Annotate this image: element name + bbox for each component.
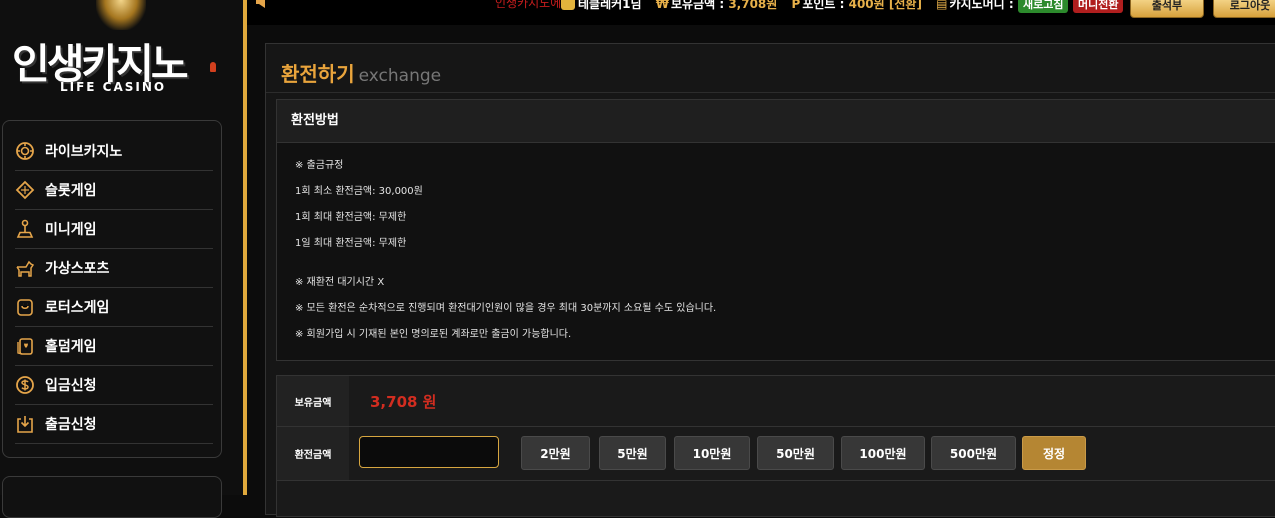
sidebar-item-deposit[interactable]: 입금신청 <box>15 365 213 405</box>
sidebar-item-label: 가상스포츠 <box>45 260 110 277</box>
rule-line: ※ 출금규정 <box>295 160 344 171</box>
sidebar-item-label: 슬롯게임 <box>45 182 97 199</box>
won-icon: ₩ <box>655 0 669 11</box>
sidebar-item-mini-game[interactable]: 미니게임 <box>15 209 213 249</box>
rule-line: 1회 최대 환전금액: 무제한 <box>295 212 407 223</box>
top-bar: 인생카지노에 테클레커1님 ₩ 보유금액 : 3,708원 P 포인트 : 400원… <box>247 0 1275 25</box>
withdraw-icon <box>17 415 33 433</box>
row-divider <box>277 480 1275 481</box>
point-icon: P <box>791 0 801 11</box>
dollar-icon <box>16 375 34 394</box>
sidebar-item-virtual-sports[interactable]: 가상스포츠 <box>15 248 213 288</box>
sidebar-item-label: 출금신청 <box>45 416 97 433</box>
amount-button-100k[interactable]: 10만원 <box>674 436 750 470</box>
sidebar-divider <box>243 0 247 495</box>
row-divider <box>277 426 1275 427</box>
money-convert-button[interactable]: 머니전환 <box>1073 0 1124 13</box>
rules-heading: 환전방법 <box>277 100 1275 143</box>
cards-icon <box>17 337 33 355</box>
exchange-amount-input[interactable] <box>359 436 499 468</box>
casino-money-icon: ▤ <box>936 0 948 11</box>
rule-line: ※ 회원가입 시 기재된 본인 명의로된 계좌로만 출금이 가능합니다. <box>295 329 572 340</box>
rule-line: 1일 최대 환전금액: 무제한 <box>295 238 407 249</box>
amount-button-5m[interactable]: 500만원 <box>931 436 1016 470</box>
exchange-rules: 환전방법 ※ 출금규정 1회 최소 환전금액: 30,000원 1회 최대 환전… <box>276 99 1275 361</box>
site-logo[interactable]: 인생카지노 LIFE CASINO <box>8 0 228 110</box>
lamp-icon <box>96 0 146 30</box>
rule-line: 1회 최소 환전금액: 30,000원 <box>295 186 423 197</box>
point-label: 포인트 : <box>802 0 845 11</box>
sidebar-item-lotus[interactable]: 로터스게임 <box>15 287 213 327</box>
joystick-icon <box>16 219 34 238</box>
page-title-text: 환전하기 <box>281 62 355 86</box>
sidebar-item-withdraw[interactable]: 출금신청 <box>15 404 213 444</box>
amount-button-1m[interactable]: 100만원 <box>841 436 925 470</box>
dog-icon <box>16 260 35 277</box>
reset-button[interactable]: 정정 <box>1022 436 1086 470</box>
amount-button-50k[interactable]: 5만원 <box>599 436 666 470</box>
megaphone-icon <box>256 0 265 8</box>
balance-value: 3,708원 <box>728 0 778 11</box>
exchange-form: 보유금액 3,708 원 환전금액 2만원 5만원 10만원 50만원 100만… <box>276 375 1275 517</box>
exchange-panel: 환전하기 exchange 환전방법 ※ 출금규정 1회 최소 환전금액: 30,… <box>265 43 1275 517</box>
amount-field-label: 환전금액 <box>277 427 349 480</box>
level-badge-icon <box>561 0 575 10</box>
sidebar-item-label: 입금신청 <box>45 377 97 394</box>
sidebar-menu: 라이브카지노 슬롯게임 미니게임 가상스포츠 로터스게임 홀덤게임 입금신청 출… <box>2 120 222 458</box>
rule-line: ※ 재환전 대기시간 X <box>295 277 385 288</box>
sidebar-item-label: 로터스게임 <box>45 299 110 316</box>
diamond-icon <box>15 180 35 199</box>
page-title: 환전하기 exchange <box>281 58 441 87</box>
amount-button-20k[interactable]: 2만원 <box>521 436 590 470</box>
refresh-button[interactable]: 새로고침 <box>1018 0 1069 13</box>
cigar-ember-icon <box>210 62 216 72</box>
title-divider <box>266 92 1275 93</box>
user-info: 테클레커1님 ₩ 보유금액 : 3,708원 P 포인트 : 400원 [전환] ▤… <box>561 0 1026 12</box>
balance-field-label: 보유금액 <box>277 376 349 426</box>
username: 테클레커1님 <box>578 0 642 11</box>
lotus-icon <box>17 298 33 316</box>
attendance-button[interactable]: 출석부 <box>1130 0 1204 18</box>
sidebar-item-slot[interactable]: 슬롯게임 <box>15 170 213 210</box>
logo-sub-text: LIFE CASINO <box>60 80 167 94</box>
balance-amount: 3,708 원 <box>370 393 437 411</box>
notice-ticker: 인생카지노에 <box>495 0 562 10</box>
sidebar-item-holdem[interactable]: 홀덤게임 <box>15 326 213 366</box>
amount-button-500k[interactable]: 50만원 <box>757 436 834 470</box>
sidebar-item-label: 미니게임 <box>45 221 97 238</box>
sidebar-item-label: 라이브카지노 <box>45 143 123 160</box>
logout-button[interactable]: 로그아웃 <box>1213 0 1275 18</box>
sidebar-secondary-box <box>2 476 222 518</box>
rule-line: ※ 모든 환전은 순차적으로 진행되며 환전대기인원이 많을 경우 최대 30분… <box>295 303 717 314</box>
sidebar: 인생카지노 LIFE CASINO 라이브카지노 슬롯게임 미니게임 가상스포츠… <box>0 0 243 518</box>
sidebar-item-live-casino[interactable]: 라이브카지노 <box>15 131 213 171</box>
point-value[interactable]: 400원 [전환] <box>849 0 922 11</box>
page-subtitle: exchange <box>358 66 442 86</box>
balance-label: 보유금액 : <box>671 0 725 11</box>
casino-money-label: 카지노머니 : <box>949 0 1014 11</box>
chip-icon <box>16 141 34 160</box>
sidebar-item-label: 홀덤게임 <box>45 338 97 355</box>
